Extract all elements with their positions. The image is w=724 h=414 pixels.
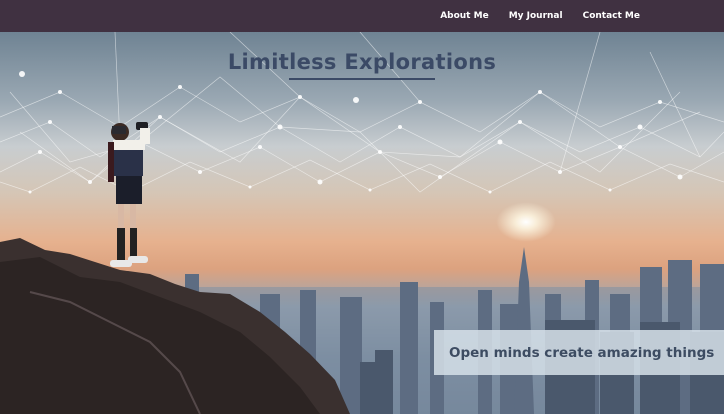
top-navbar: About Me My Journal Contact Me: [0, 0, 724, 32]
nav-contact-me-link[interactable]: Contact Me: [583, 11, 640, 21]
nav-about-me-link[interactable]: About Me: [440, 11, 489, 21]
child-figure: [108, 122, 150, 267]
nav-my-journal-link[interactable]: My Journal: [509, 11, 563, 21]
tagline-banner: Open minds create amazing things: [434, 330, 724, 375]
hero-banner: Limitless Explorations Open minds create…: [0, 32, 724, 414]
hero-title-block: Limitless Explorations: [0, 50, 724, 80]
title-underline-divider: [289, 78, 435, 80]
tagline-text: Open minds create amazing things: [449, 344, 715, 361]
page-title: Limitless Explorations: [227, 50, 497, 74]
